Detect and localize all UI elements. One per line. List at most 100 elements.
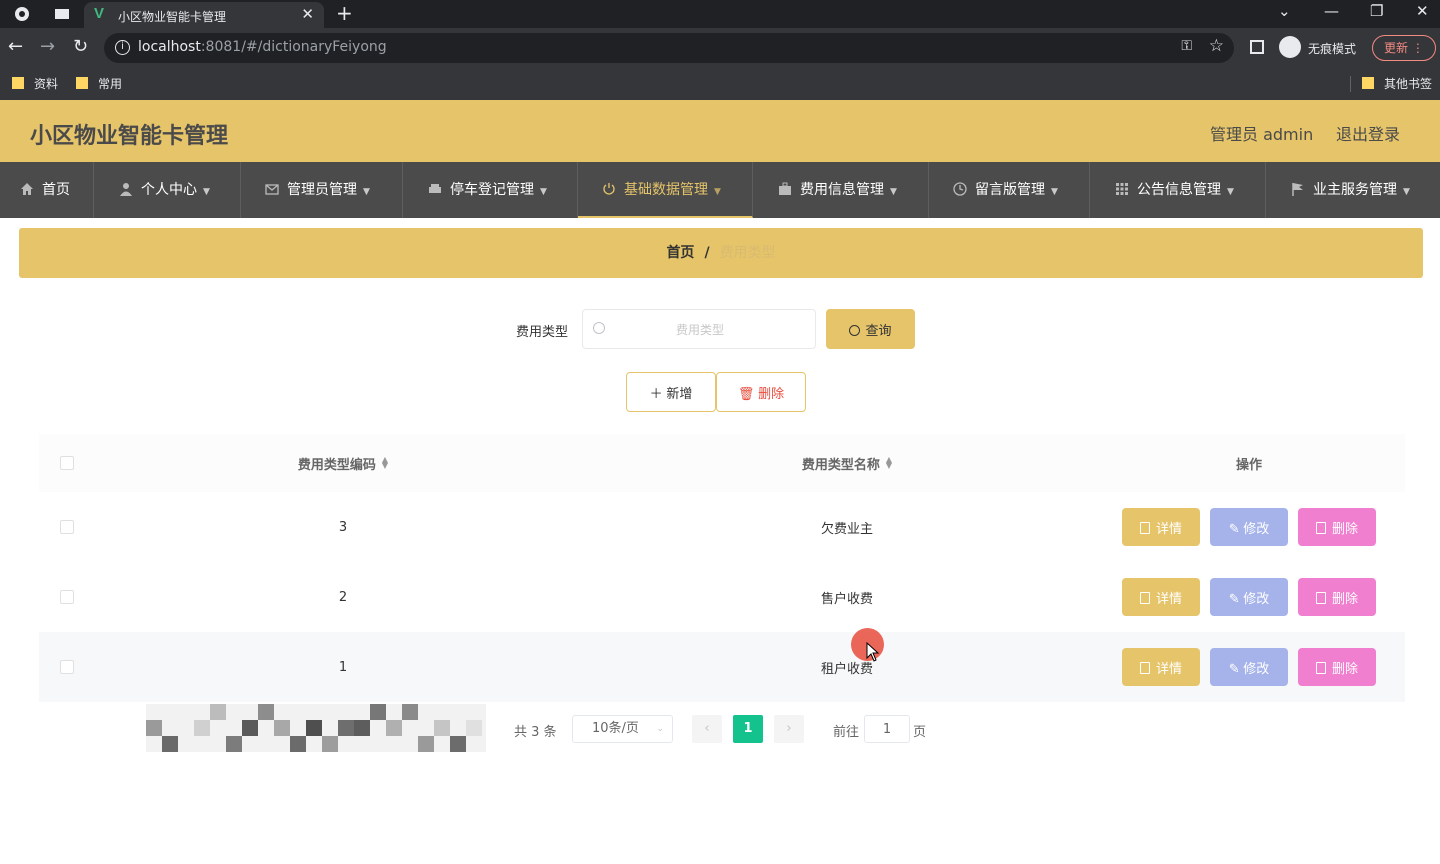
menu-item-fees[interactable]: 费用信息管理 ▼ (753, 162, 929, 218)
side-panel-icon[interactable] (1250, 40, 1264, 54)
search-field[interactable] (582, 309, 816, 349)
trash-icon (1315, 521, 1326, 534)
close-window-icon[interactable]: ✕ (1416, 2, 1429, 20)
sort-icon[interactable]: ▲ ▼ (382, 456, 388, 470)
close-tab-icon[interactable]: ✕ (301, 5, 314, 23)
menu-item-parking[interactable]: 停车登记管理 ▼ (403, 162, 578, 218)
delete-button[interactable]: 删除 (1298, 578, 1376, 616)
detail-button[interactable]: 详情 (1122, 648, 1200, 686)
prev-page-button[interactable]: ‹ (692, 715, 722, 743)
vue-favicon-icon: V (94, 5, 105, 22)
main-menu: 首页 个人中心 ▼ 管理员管理 ▼ 停车登记管理 ▼ 基础数据管理 ▼ 费用信息管理 ▼ … (0, 162, 1440, 218)
breadcrumb-current: 费用类型 (719, 245, 776, 261)
add-button[interactable]: ＋ 新增 (626, 372, 716, 412)
browser-menu-icon[interactable] (14, 6, 30, 22)
site-header: 小区物业智能卡管理 管理员 admin 退出登录 (0, 100, 1440, 162)
logout-link[interactable]: 退出登录 (1336, 121, 1400, 145)
reload-icon[interactable]: ↻ (73, 36, 88, 57)
briefcase-icon (779, 182, 791, 195)
address-bar-row: ← → ↻ i localhost:8081/#/dictionaryFeiyo… (0, 28, 1440, 68)
back-icon[interactable]: ← (8, 36, 23, 57)
menu-item-profile[interactable]: 个人中心 ▼ (94, 162, 241, 218)
page-suffix: 页 (913, 725, 927, 740)
browser-tab[interactable]: V 小区物业智能卡管理 ✕ (84, 2, 324, 28)
detail-button[interactable]: 详情 (1122, 508, 1200, 546)
mouse-pointer-icon (866, 642, 880, 662)
tab-list-chevron-icon[interactable]: ⌄ (1278, 2, 1291, 20)
password-key-icon[interactable]: ⚿ (1181, 38, 1192, 54)
query-button[interactable]: 查询 (826, 309, 915, 349)
goto-label: 前往 (833, 725, 860, 740)
edit-button[interactable]: ✎ 修改 (1210, 648, 1288, 686)
chevron-down-icon: ▼ (1227, 187, 1234, 197)
new-tab-icon[interactable]: + (336, 1, 353, 25)
document-icon (1139, 661, 1150, 674)
cell-code: 1 (338, 659, 348, 675)
forward-icon[interactable]: → (40, 36, 55, 57)
column-header-actions: 操作 (1235, 457, 1262, 473)
site-info-icon[interactable]: i (115, 40, 130, 55)
folder-icon (12, 77, 24, 89)
breadcrumb-home[interactable]: 首页 (666, 245, 694, 261)
chevron-down-icon: ▼ (203, 187, 210, 197)
chevron-down-icon: ▼ (890, 187, 897, 197)
search-icon (593, 322, 605, 334)
next-page-button[interactable]: › (774, 715, 804, 743)
edit-button[interactable]: ✎ 修改 (1210, 578, 1288, 616)
chevron-down-icon: ⌄ (656, 724, 664, 734)
document-icon (1139, 591, 1150, 604)
breadcrumb-separator: / (704, 245, 710, 261)
tab-search-icon[interactable] (54, 6, 70, 22)
pencil-icon: ✎ (1228, 660, 1244, 676)
menu-item-notices[interactable]: 公告信息管理 ▼ (1090, 162, 1266, 218)
page-size-select[interactable]: 10条/页 ⌄ (572, 715, 673, 743)
table-row: 3 欠费业主 详情 ✎ 修改 删除 (39, 492, 1405, 562)
page-number-active[interactable]: 1 (733, 715, 763, 743)
menu-item-owner-service[interactable]: 业主服务管理 ▼ (1266, 162, 1440, 218)
cell-name: 欠费业主 (820, 521, 873, 537)
browser-tab-strip: V 小区物业智能卡管理 ✕ + ⌄ — ❐ ✕ (0, 0, 1440, 28)
bookmark-folder-ziliao[interactable]: 资料 (12, 75, 58, 92)
cell-code: 2 (338, 589, 348, 605)
menu-item-admins[interactable]: 管理员管理 ▼ (241, 162, 403, 218)
incognito-icon[interactable] (1279, 36, 1301, 58)
sort-icon[interactable]: ▲ ▼ (886, 456, 892, 470)
document-icon (1139, 521, 1150, 534)
delete-button[interactable]: 删除 (1298, 508, 1376, 546)
bookmark-star-icon[interactable]: ☆ (1209, 36, 1224, 56)
menu-item-home[interactable]: 首页 (0, 162, 94, 218)
pixelated-redaction (146, 704, 486, 752)
cell-name: 租户收费 (820, 661, 873, 677)
home-icon (21, 183, 33, 195)
select-all-checkbox[interactable] (60, 456, 74, 470)
minimize-icon[interactable]: — (1324, 2, 1339, 20)
menu-item-basic-data[interactable]: 基础数据管理 ▼ (578, 162, 753, 218)
bookmark-divider (1350, 76, 1351, 92)
row-checkbox[interactable] (60, 590, 74, 604)
column-header-name[interactable]: 费用类型名称 ▲ ▼ (595, 434, 1099, 492)
pencil-icon: ✎ (1228, 590, 1244, 606)
url-field[interactable]: i localhost:8081/#/dictionaryFeiyong ⚿ ☆ (104, 33, 1234, 63)
batch-delete-button[interactable]: 🗑︎ 删除 (716, 372, 806, 412)
bookmark-folder-changyong[interactable]: 常用 (76, 75, 122, 92)
folder-icon (76, 77, 88, 89)
clock-icon (953, 182, 967, 196)
update-button[interactable]: 更新 ⋮ (1372, 35, 1436, 61)
trash-icon: 🗑︎ (737, 385, 755, 401)
edit-button[interactable]: ✎ 修改 (1210, 508, 1288, 546)
row-checkbox[interactable] (60, 660, 74, 674)
row-checkbox[interactable] (60, 520, 74, 534)
pagination-total: 共 3 条 (514, 725, 557, 740)
other-bookmarks[interactable]: 其他书签 (1362, 75, 1432, 92)
goto-page-input[interactable] (864, 715, 910, 743)
restore-icon[interactable]: ❐ (1370, 2, 1383, 20)
breadcrumb: 首页 / 费用类型 (19, 228, 1423, 278)
detail-button[interactable]: 详情 (1122, 578, 1200, 616)
delete-button[interactable]: 删除 (1298, 648, 1376, 686)
search-input[interactable] (615, 318, 785, 342)
menu-item-messages[interactable]: 留言版管理 ▼ (929, 162, 1090, 218)
column-header-code[interactable]: 费用类型编码 ▲ ▼ (95, 434, 591, 492)
admin-label: 管理员 admin (1210, 125, 1314, 144)
table-row: 1 租户收费 详情 ✎ 修改 删除 (39, 632, 1405, 702)
chevron-down-icon: ▼ (363, 187, 370, 197)
